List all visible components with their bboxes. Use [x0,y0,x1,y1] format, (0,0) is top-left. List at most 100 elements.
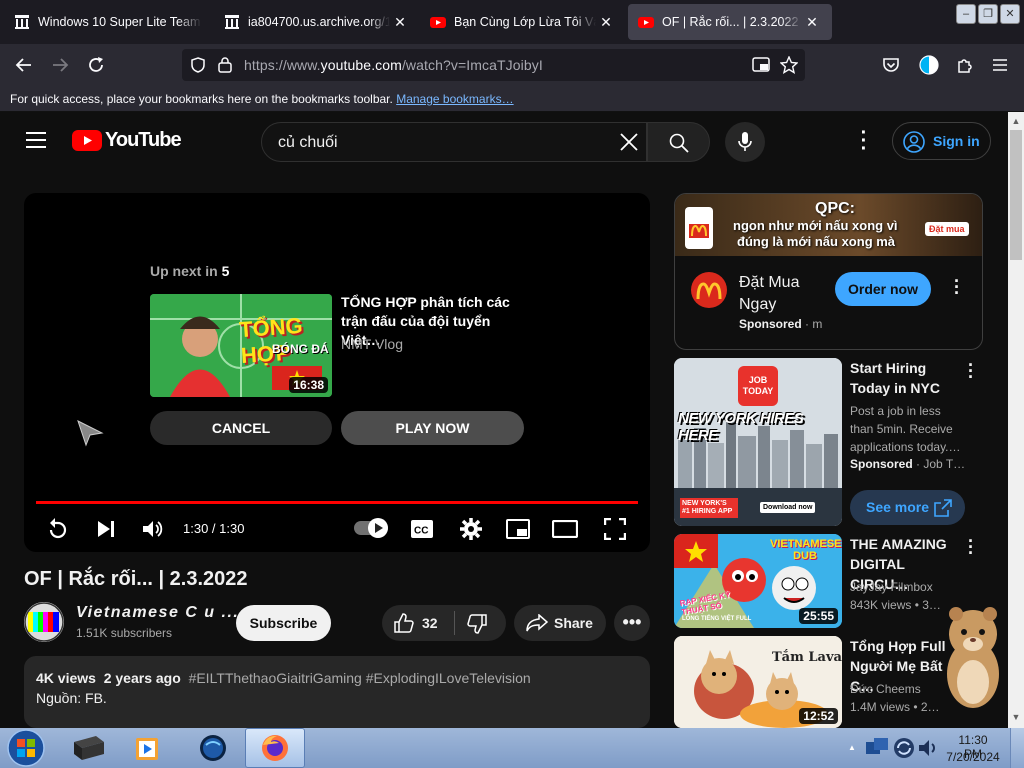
replay-icon[interactable] [47,517,69,541]
hashtags[interactable]: #EILTThethaoGiaitriGaming #ExplodingILov… [189,670,531,686]
settings-gear-icon[interactable] [460,518,482,540]
browser-tab-4[interactable]: OF | Rắc rối... | 2.3.2022 - You ✕ [628,4,832,40]
puzzle-icon[interactable] [956,56,974,74]
scroll-down-arrow-icon[interactable]: ▼ [1010,712,1022,724]
sync-icon[interactable] [892,736,916,760]
theater-mode-icon[interactable] [552,520,578,538]
subscriber-count: 1.51K subscribers [76,626,173,640]
clear-search-icon[interactable] [620,133,638,151]
close-icon[interactable]: ✕ [802,14,822,31]
external-link-icon [934,499,952,517]
taskbar-firefox-active[interactable] [245,728,305,768]
speaker-icon[interactable] [918,738,940,758]
job-today-thumbnail[interactable]: JOB TODAY NEW YORK HIRES HERE NEW YORK'S… [674,358,842,526]
media-player-icon[interactable] [134,735,162,763]
logo-text: YouTube [105,129,182,151]
guide-menu-icon[interactable] [26,132,46,148]
sidebar-item-title[interactable]: Start Hiring Today in NYC [850,358,960,398]
browser-tab-2[interactable]: ia804700.us.archive.org/12/it ✕ [214,4,420,40]
like-dislike-group: 32 [382,605,506,641]
search-button[interactable] [647,122,710,162]
item-more-icon[interactable]: · · · [965,532,977,562]
browser-tab-3[interactable]: Bạn Cùng Lớp Lừa Tôi Vào N ✕ [420,4,626,40]
pocket-icon[interactable] [882,56,900,74]
mouse-cursor-icon [77,420,104,447]
arrow-right-icon [53,58,69,72]
settings-kebab-icon[interactable]: · · · [858,123,870,159]
sign-in-button[interactable]: Sign in [892,122,991,160]
video-thumbnail[interactable]: Tắm Lava 12:52 [674,636,842,728]
progress-bar[interactable] [36,501,638,504]
mcdonalds-logo-icon [691,272,727,308]
url-path: /watch?v=ImcaTJoibyI [401,57,543,73]
ad-card[interactable]: QPC: ngon như mới nấu xong vì đúng là mớ… [674,193,983,350]
ad-banner[interactable]: QPC: ngon như mới nấu xong vì đúng là mớ… [675,194,982,256]
star-icon[interactable] [780,56,798,74]
page-scrollbar[interactable]: ▲ ▼ [1008,112,1024,728]
url-text[interactable]: https://www.youtube.com/watch?v=ImcaTJoi… [244,57,543,73]
up-next-thumbnail[interactable]: TỔNG HỢP BÓNG ĐÁ 16:38 [150,294,332,397]
clock-date[interactable]: 7/20/2024 [946,750,1000,764]
order-now-button[interactable]: Order now [835,272,931,306]
duration-badge: 25:55 [799,608,838,624]
autoplay-toggle[interactable] [354,518,388,538]
archive-icon [225,15,239,29]
channel-name[interactable]: Vietnamese C u ... [76,604,239,622]
fullscreen-icon[interactable] [604,518,626,540]
more-horizontal-icon: ••• [622,612,642,632]
thumbs-up-icon [394,613,414,633]
share-button[interactable]: Share [514,605,606,641]
dislike-button[interactable] [455,605,506,641]
close-icon[interactable]: ✕ [596,14,616,31]
browser-tab-1[interactable]: Windows 10 Super Lite Team [4,4,212,40]
reload-button[interactable] [82,52,110,78]
description-box[interactable]: 4K views 2 years ago #EILTThethaoGiaitri… [24,656,650,728]
sidebar-item-stats: 1.4M views • 2… [850,700,940,714]
more-actions-button[interactable]: ••• [614,605,650,641]
video-player[interactable]: Up next in 5 TỔNG HỢP BÓNG ĐÁ 16:38 TỔNG… [24,193,650,552]
like-button[interactable]: 32 [382,605,454,641]
computer-icon[interactable] [72,734,106,762]
see-more-button[interactable]: See more [850,490,965,525]
ad-more-icon[interactable]: · · · [951,272,963,302]
back-button[interactable] [10,52,38,78]
item-more-icon[interactable]: · · · [965,356,977,386]
network-icon[interactable] [864,736,890,760]
tab-strip: Windows 10 Super Lite Team ia804700.us.a… [0,0,1024,44]
forward-button[interactable] [46,52,74,78]
subscribe-button[interactable]: Subscribe [236,605,331,641]
extension-icon[interactable] [918,54,940,76]
ad-banner-button[interactable]: Đặt mua [925,222,969,236]
tray-expand-icon[interactable]: ▲ [848,743,856,753]
youtube-logo[interactable]: YouTube [72,129,182,152]
manage-bookmarks-link[interactable]: Manage bookmarks… [396,92,513,106]
miniplayer-icon[interactable] [506,519,530,539]
search-input[interactable]: củ chuối [278,134,338,152]
play-now-button[interactable]: PLAY NOW [341,411,524,445]
captions-icon[interactable]: CC [410,519,434,539]
close-window-button[interactable]: ✕ [1000,4,1020,24]
show-desktop-button[interactable] [1010,728,1024,768]
url-bar[interactable]: https://www.youtube.com/watch?v=ImcaTJoi… [182,49,805,81]
scrollbar-thumb[interactable] [1010,130,1022,260]
scroll-up-arrow-icon[interactable]: ▲ [1010,116,1022,128]
minimize-button[interactable]: – [956,4,976,24]
volume-icon[interactable] [142,519,164,539]
cancel-autoplay-button[interactable]: CANCEL [150,411,332,445]
close-icon[interactable]: ✕ [390,14,410,31]
search-box[interactable]: củ chuối [261,122,647,162]
voice-search-button[interactable] [725,122,765,162]
tab-title: Bạn Cùng Lớp Lừa Tôi Vào N [454,15,596,29]
next-video-icon[interactable] [96,520,116,538]
picture-in-picture-icon[interactable] [752,57,770,73]
shield-icon[interactable] [190,57,206,73]
restore-button[interactable]: ❐ [978,4,998,24]
ad-title[interactable]: Đặt Mua Ngay [739,272,829,316]
globe-app-icon[interactable] [198,733,228,763]
channel-avatar[interactable] [24,602,64,642]
lock-icon[interactable] [218,56,232,73]
video-thumbnail[interactable]: VIETNAMESE DUB RẠP XIẾC KỸ THUẬT SỐ LỒNG… [674,534,842,628]
windows-start-icon[interactable] [6,729,46,767]
hamburger-menu-icon[interactable] [992,57,1008,73]
view-count: 4K views [36,670,96,686]
